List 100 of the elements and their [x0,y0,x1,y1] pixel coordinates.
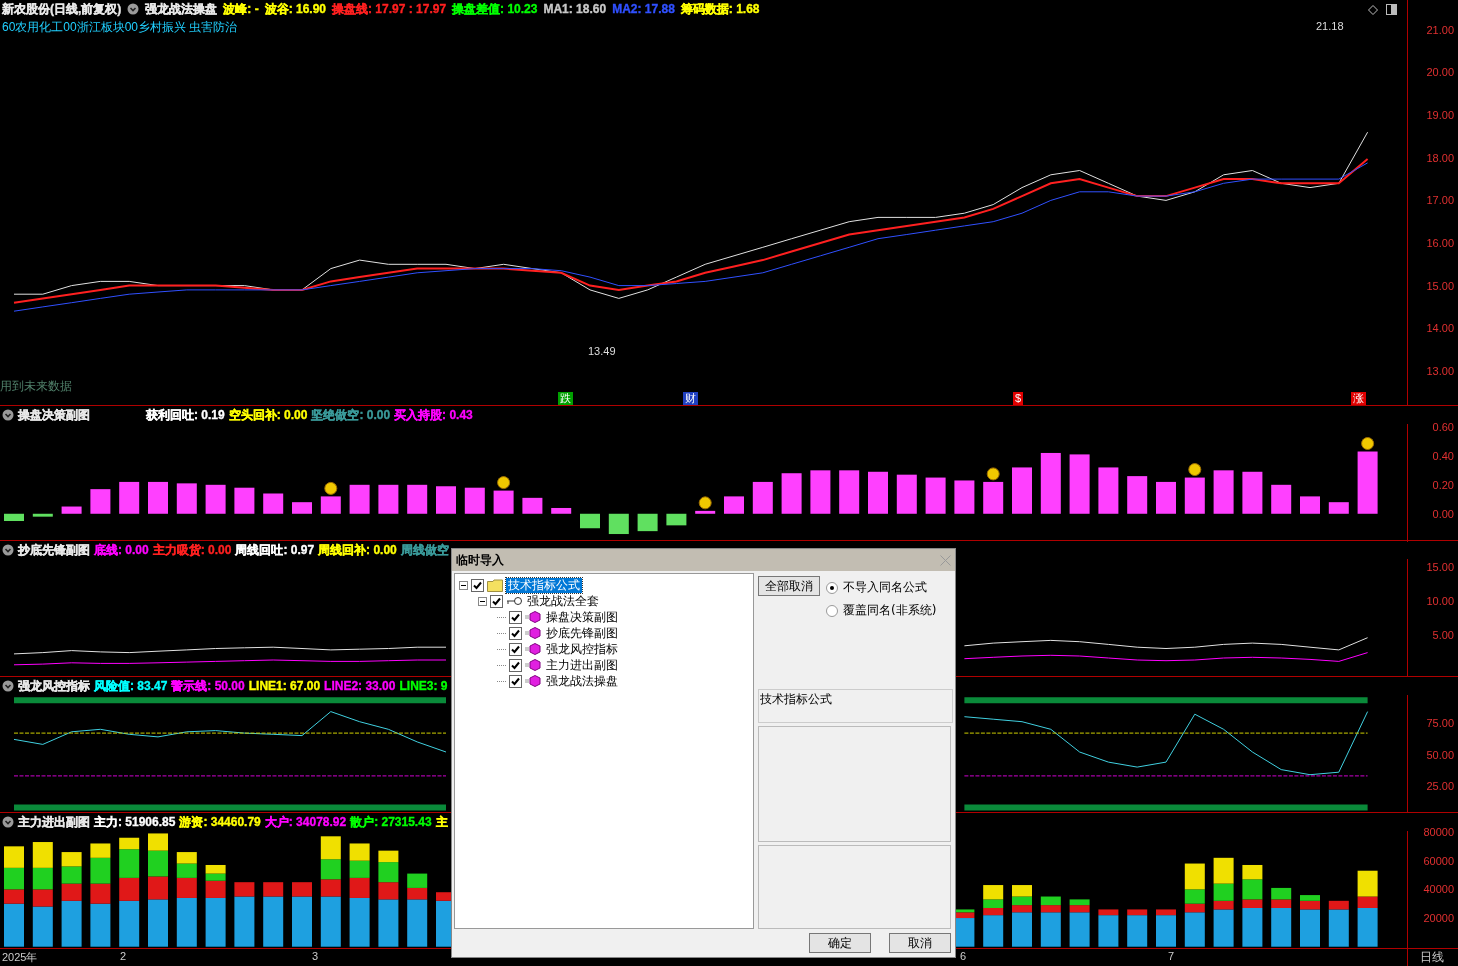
dialog-title: 临时导入 [456,551,504,569]
signal-label: 跌 [558,392,573,405]
axis-label: 75.00 [1426,716,1454,730]
cube-icon [525,627,541,639]
signal-label: 涨 [1351,392,1366,405]
collapse-icon[interactable] [127,3,140,15]
cube-icon [525,611,541,623]
date-label: 2025年 [2,950,38,965]
tree-item[interactable]: 强龙战法操盘 [544,673,620,689]
collapse-icon[interactable] [459,580,468,590]
readout: 买入持股: 0.43 [394,408,473,422]
tree-item[interactable]: 主力进出副图 [544,657,620,673]
date-label: 3 [312,950,319,962]
readout: 筹码数据: 1.68 [680,2,760,16]
dot-icon [986,467,1000,481]
readout: 游资: 34460.79 [179,815,261,829]
date-label: 7 [1168,950,1175,962]
option-label[interactable]: 不导入同名公式 [843,579,927,596]
readout: 周线回吐: 0.97 [235,543,315,557]
checkbox[interactable] [490,594,503,608]
tree-item[interactable]: 操盘决策副图 [544,609,620,625]
collapse-icon[interactable] [2,544,14,556]
collapse-icon[interactable] [2,816,14,828]
folder-icon [487,578,503,592]
readout: 操盘线: 17.97 : 17.97 [332,2,447,16]
dot-icon [324,481,338,495]
axis-label: 80000 [1423,825,1454,839]
readout: 风险值: 83.47 [94,679,168,693]
checkbox[interactable] [471,578,484,592]
date-label: 6 [960,950,967,962]
readout: MA2: 17.88 [612,2,675,16]
sector-tags: 60农用化工00浙江板块00乡村振兴 虫害防治 [2,19,760,36]
collapse-icon[interactable] [2,409,14,421]
radio-button[interactable] [826,581,838,594]
description-text: 技术指标公式 [758,689,953,723]
axis-label: 20.00 [1426,65,1454,80]
readout: 波谷: 16.90 [264,2,326,16]
price-label: 21.18 [1316,20,1344,32]
axis-label: 21.00 [1426,22,1454,37]
diamond-icon[interactable] [1368,4,1378,15]
readout: 大户: 34078.92 [264,815,347,829]
option-label[interactable]: 覆盖同名(非系统) [843,602,937,619]
readout: 波峰: - [223,2,259,16]
axis-label: 0.60 [1432,419,1454,434]
readout: 周线回补: 0.00 [318,543,397,557]
indicator-title: 操盘决策副图 [18,408,90,422]
collapse-icon[interactable] [478,596,487,606]
clear-all-button[interactable]: 全部取消 [758,576,820,596]
readout: 散户: 27315.43 [350,815,432,829]
cube-icon [525,659,541,671]
indicator-title: 主力进出副图 [18,815,90,829]
radio-button[interactable] [826,604,838,617]
axis-label: 0.00 [1432,506,1454,521]
axis-label: 15.00 [1426,278,1454,293]
readout: LINE1: 67.00 [248,679,321,693]
dot-icon [698,496,712,510]
readout: 空头回补: 0.00 [228,408,308,422]
axis-label: 14.00 [1426,321,1454,336]
axis-label: 0.40 [1432,448,1454,463]
date-label: 2 [120,950,127,962]
axis-label: 17.00 [1426,193,1454,208]
readout: LINE3: 9 [399,679,448,693]
readout: 主 [435,815,448,829]
readout: 坚绝做空: 0.00 [311,408,391,422]
checkbox[interactable] [509,674,522,688]
signal-label: 财 [683,392,698,405]
readout: 底线: 0.00 [94,543,149,557]
dot-icon [1361,437,1375,450]
readout: 主力: 51906.85 [94,815,176,829]
axis-label: 19.00 [1426,108,1454,123]
tree-item[interactable]: 强龙战法全套 [525,593,601,609]
readout: 主力吸货: 0.00 [152,543,232,557]
period-label[interactable]: 日线 [1408,949,1444,966]
checkbox[interactable] [509,658,522,672]
price-label: 13.49 [588,345,616,357]
checkbox[interactable] [509,626,522,640]
ok-button[interactable]: 确定 [809,933,871,953]
tree-item[interactable]: 技术指标公式 [506,577,582,593]
axis-label: 18.00 [1426,150,1454,165]
axis-label: 40000 [1423,882,1454,897]
axis-label: 10.00 [1426,594,1454,609]
axis-label: 16.00 [1426,236,1454,250]
tree-item[interactable]: 强龙风控指标 [544,641,620,657]
axis-label: 13.00 [1426,363,1454,378]
readout: 获利回吐: 0.19 [146,408,225,422]
window-icon[interactable] [1386,4,1397,15]
axis-label: 0.20 [1432,477,1454,492]
collapse-icon[interactable] [2,680,14,692]
readout: 警示线: 50.00 [171,679,245,693]
indicator-title: 强龙风控指标 [18,679,90,693]
key-icon [506,596,522,606]
checkbox[interactable] [509,642,522,656]
axis-label: 5.00 [1432,627,1454,642]
cancel-button[interactable]: 取消 [889,933,951,953]
tree-item[interactable]: 抄底先锋副图 [544,625,620,641]
readout: LINE2: 33.00 [324,679,396,693]
cube-icon [525,675,541,687]
checkbox[interactable] [509,610,522,624]
axis-label: 50.00 [1426,747,1454,762]
axis-label: 25.00 [1426,779,1454,793]
